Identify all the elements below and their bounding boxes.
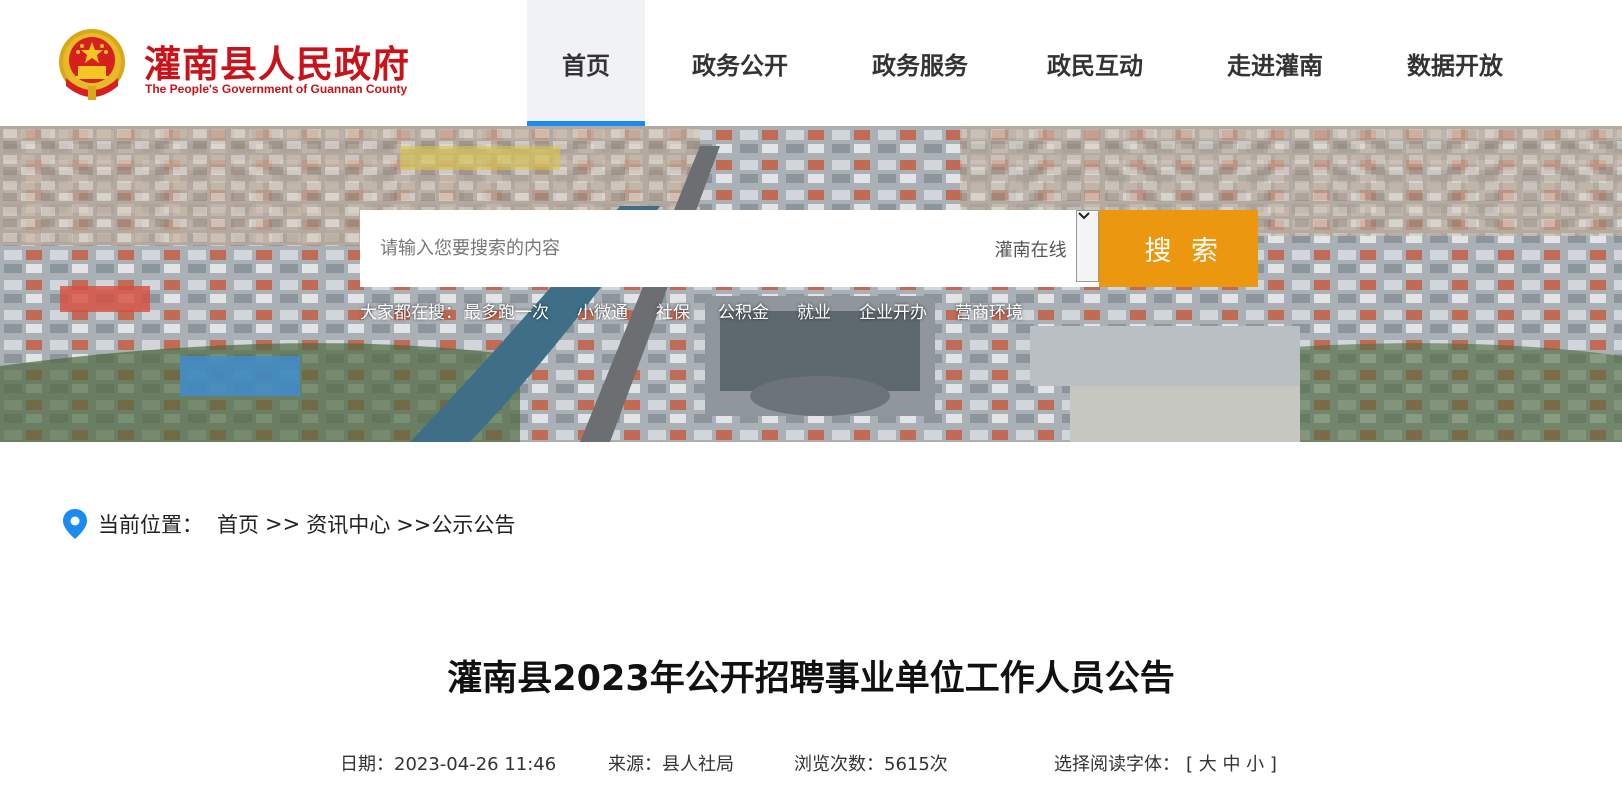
hot-search-label: 大家都在搜： [360,303,462,323]
nav-item-home[interactable]: 首页 [527,0,645,126]
site-name: 灌南县人民政府 [144,42,410,86]
search-icon [361,211,391,241]
breadcrumb-label: 当前位置： [98,513,203,537]
article-date: 日期：2023-04-26 11:46 [340,754,557,775]
font-size-label: 选择阅读字体： [1054,754,1180,775]
chevron-down-icon[interactable] [1075,210,1099,282]
article-title: 灌南县2023年公开招聘事业单位工作人员公告 [447,659,1175,699]
search-box: 灌南在线 搜 索 [360,210,1258,287]
breadcrumb-home-link[interactable]: 首页 [217,509,259,539]
hot-search-link[interactable]: 就业 [797,298,831,323]
hot-search-link[interactable]: 企业开办 [859,298,927,323]
city-banner: 灌南在线 搜 索 大家都在搜： 最多跑一次 小微通 社保 公积金 就业 企业开办… [0,126,1622,442]
hot-search-link[interactable]: 小微通 [577,298,628,323]
search-input[interactable] [360,210,985,287]
breadcrumb-separator: >> [265,512,301,536]
search-button[interactable]: 搜 索 [361,210,1258,287]
article-source: 来源：县人社局 [608,754,734,775]
national-emblem-icon [59,29,125,100]
breadcrumb-news-center-link[interactable]: 资讯中心 [306,509,390,539]
main-nav: 首页 政务公开 政务服务 政民互动 走进灌南 数据开放 [527,0,1545,126]
hot-search-bar: 大家都在搜： 最多跑一次 小微通 社保 公积金 就业 企业开办 营商环境 [360,298,1037,323]
nav-item-interaction[interactable]: 政民互动 [1005,0,1185,126]
location-pin-icon [63,509,87,539]
breadcrumb: 当前位置： 首页 >> 资讯中心 >>公示公告 [62,508,515,540]
font-size-selector[interactable]: [ 大 中 小 ] [1186,750,1277,776]
search-scope-select[interactable]: 灌南在线 [984,210,1099,287]
search-button-label: 搜 索 [1144,236,1225,266]
site-header: 灌南县人民政府 The People's Government of Guann… [0,0,1622,126]
site-logo[interactable]: 灌南县人民政府 The People's Government of Guann… [56,24,436,104]
hot-search-link[interactable]: 营商环境 [955,298,1023,323]
article-view-count: 浏览次数：5615次 [794,754,948,775]
hot-search-link[interactable]: 公积金 [718,298,769,323]
site-name-english: The People's Government of Guannan Count… [145,82,408,96]
nav-item-government-affairs[interactable]: 政务公开 [645,0,835,126]
hot-search-link[interactable]: 社保 [656,298,690,323]
nav-item-government-services[interactable]: 政务服务 [835,0,1005,126]
search-scope-value: 灌南在线 [994,239,1067,261]
breadcrumb-announcements-link[interactable]: >>公示公告 [396,509,515,539]
hot-search-link[interactable]: 最多跑一次 [464,298,549,323]
nav-item-open-data[interactable]: 数据开放 [1365,0,1545,126]
nav-item-about-guannan[interactable]: 走进灌南 [1185,0,1365,126]
